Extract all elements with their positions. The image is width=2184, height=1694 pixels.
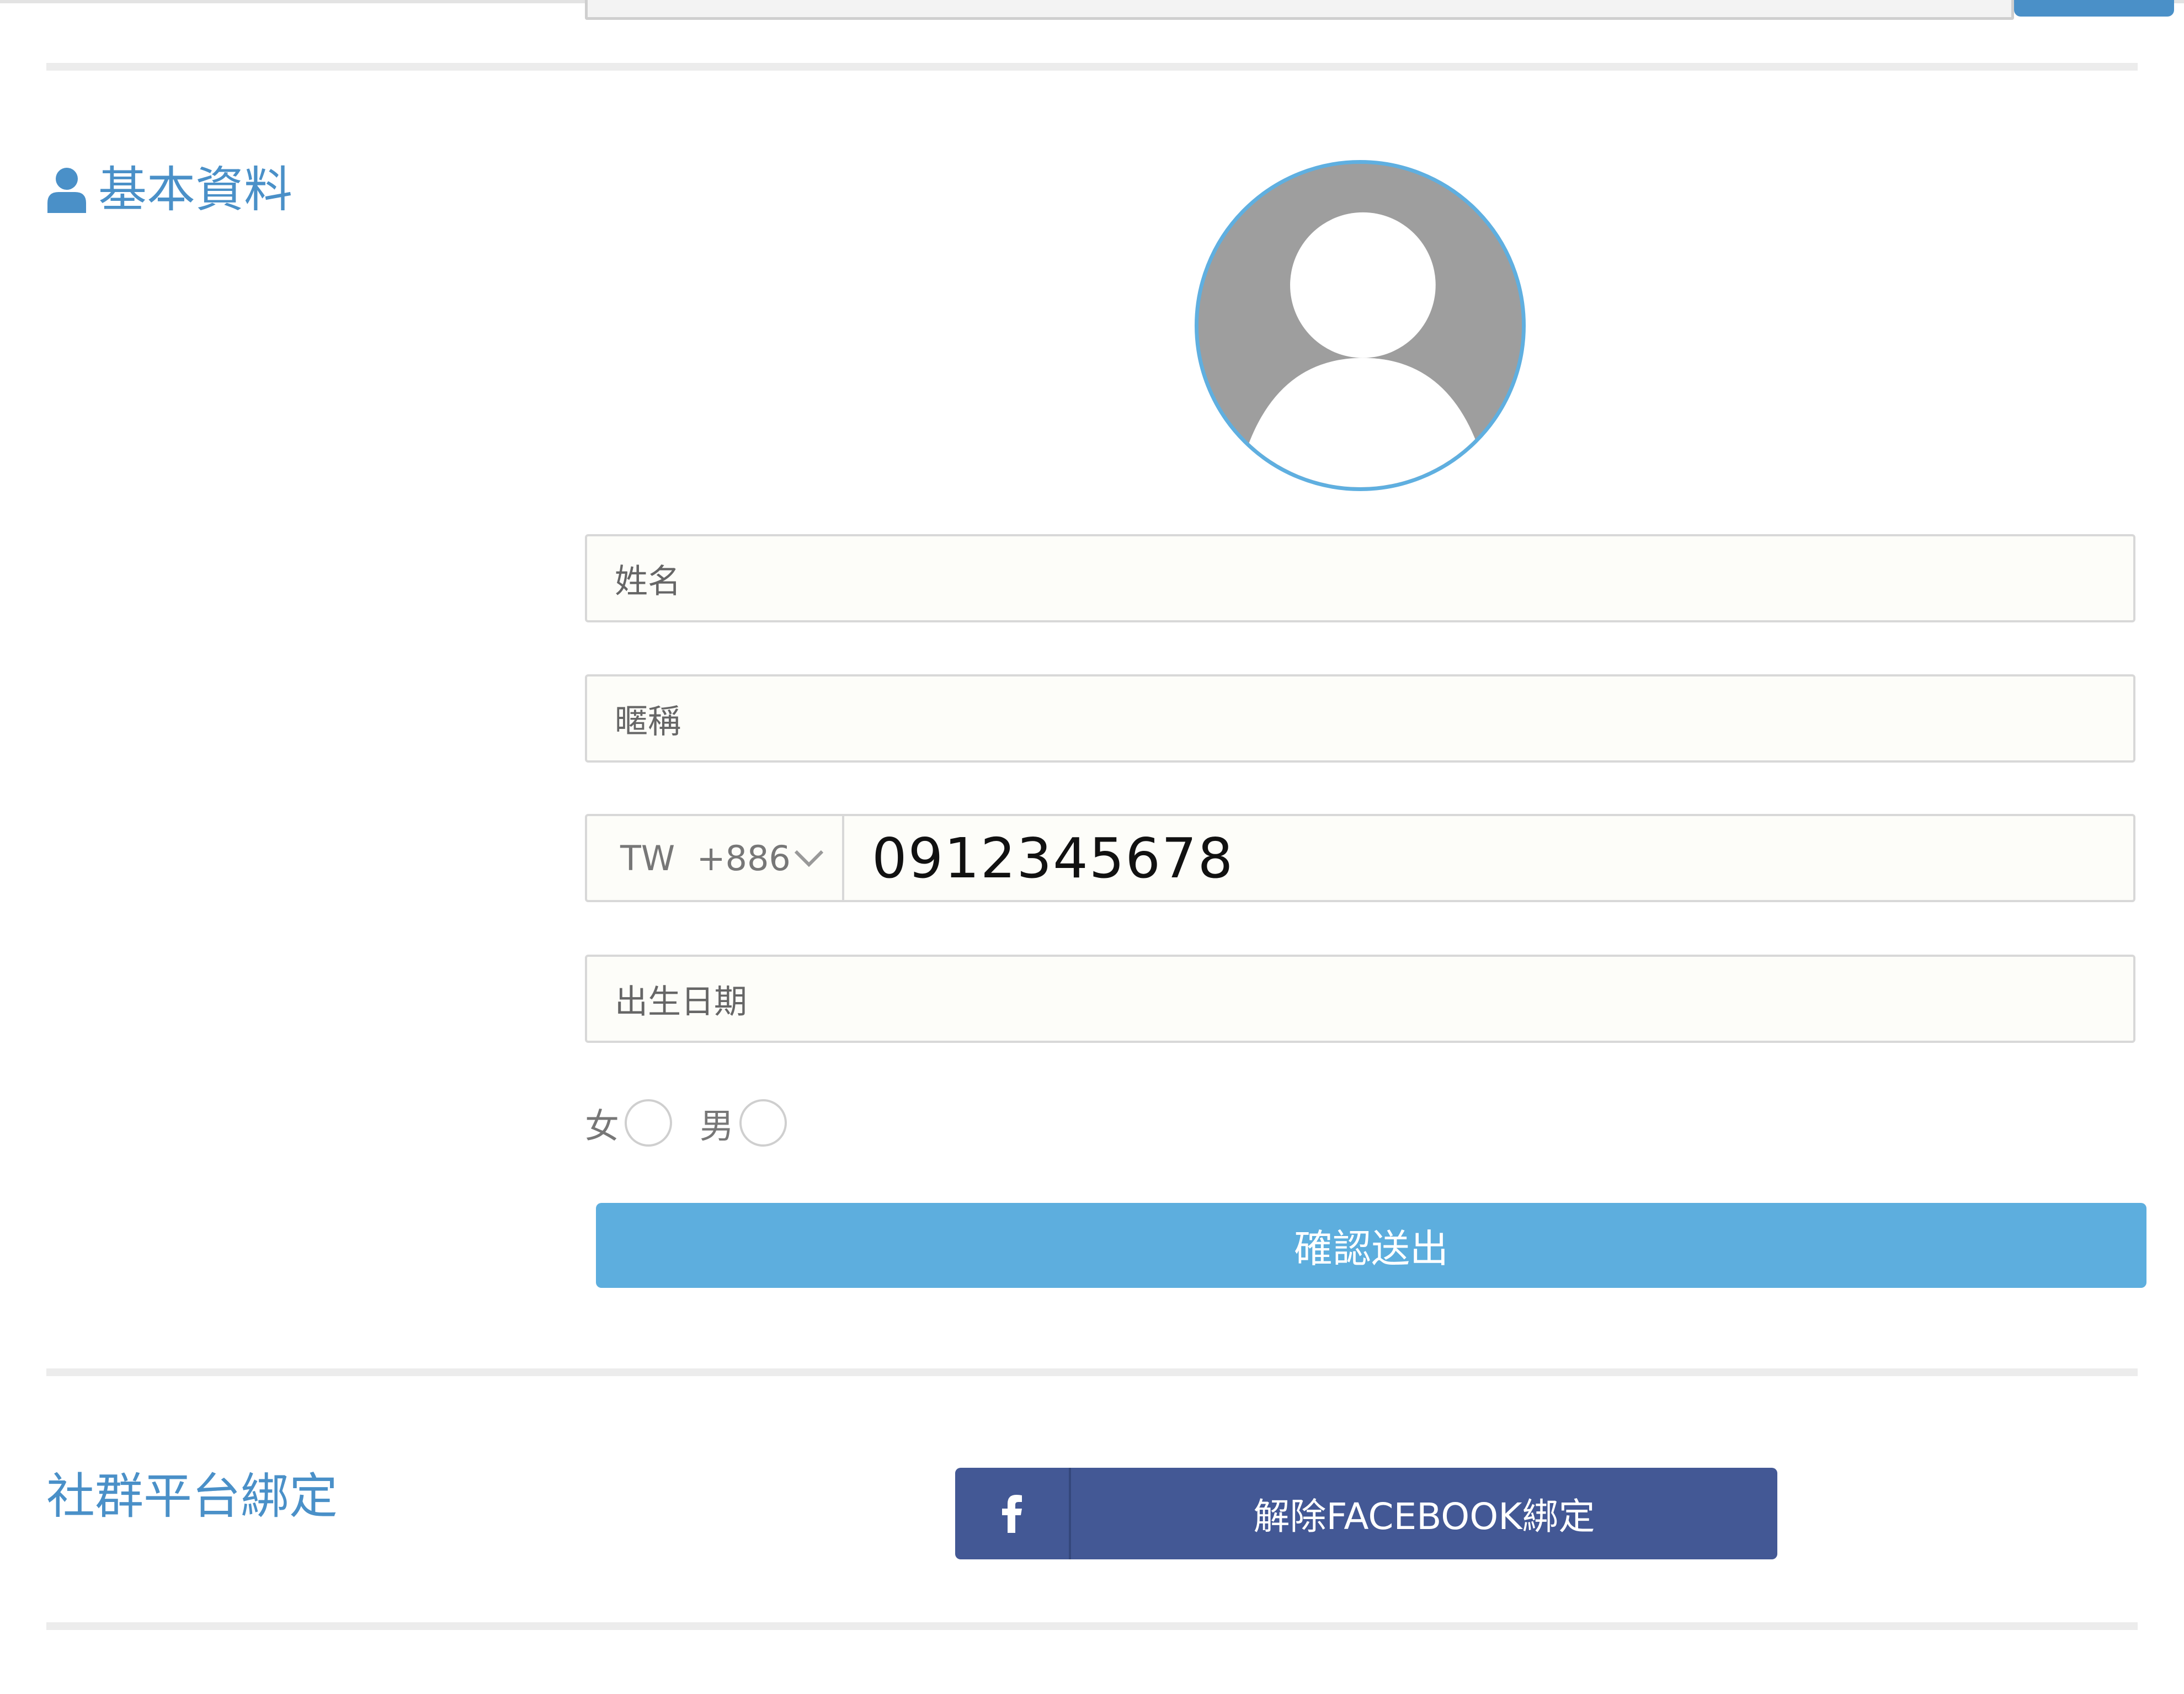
country-code-select[interactable]: TW +886 xyxy=(585,814,844,902)
phone-input[interactable]: 0912345678 xyxy=(844,814,2135,902)
section-divider-top xyxy=(46,63,2138,71)
name-field[interactable]: 姓名 xyxy=(585,534,2135,622)
country-code-value: TW +886 xyxy=(620,838,791,878)
birthday-field[interactable]: 出生日期 xyxy=(585,955,2135,1043)
facebook-icon xyxy=(1002,1495,1022,1533)
chevron-down-icon xyxy=(794,850,824,867)
gender-female-label: 女 xyxy=(585,1106,620,1146)
nickname-field[interactable]: 暱稱 xyxy=(585,674,2135,763)
section-divider-middle xyxy=(46,1368,2138,1376)
gender-male-radio[interactable] xyxy=(739,1099,787,1147)
gender-male-label: 男 xyxy=(700,1106,734,1146)
avatar[interactable] xyxy=(1195,160,1526,491)
unbind-facebook-button[interactable]: 解除FACEBOOK綁定 xyxy=(955,1468,1777,1559)
unbind-facebook-label: 解除FACEBOOK綁定 xyxy=(1253,1495,1595,1538)
facebook-icon-box xyxy=(955,1468,1071,1559)
gender-female-radio[interactable] xyxy=(625,1099,673,1147)
phone-value: 0912345678 xyxy=(872,825,1234,891)
gender-radio-group: 女 男 xyxy=(585,1098,787,1148)
previous-input-field[interactable] xyxy=(585,0,2014,20)
social-binding-heading: 社群平台綁定 xyxy=(46,1472,338,1521)
name-placeholder: 姓名 xyxy=(615,562,681,601)
nickname-placeholder: 暱稱 xyxy=(615,702,681,741)
section-divider-bottom xyxy=(46,1622,2138,1630)
submit-button[interactable]: 確認送出 xyxy=(596,1203,2146,1288)
basic-info-title: 基本資料 xyxy=(98,161,293,218)
submit-label: 確認送出 xyxy=(1294,1226,1448,1271)
social-binding-title: 社群平台綁定 xyxy=(46,1468,338,1525)
previous-action-button[interactable] xyxy=(2014,0,2174,17)
birthday-placeholder: 出生日期 xyxy=(615,982,747,1021)
user-icon xyxy=(46,167,87,213)
basic-info-heading: 基本資料 xyxy=(46,166,292,214)
